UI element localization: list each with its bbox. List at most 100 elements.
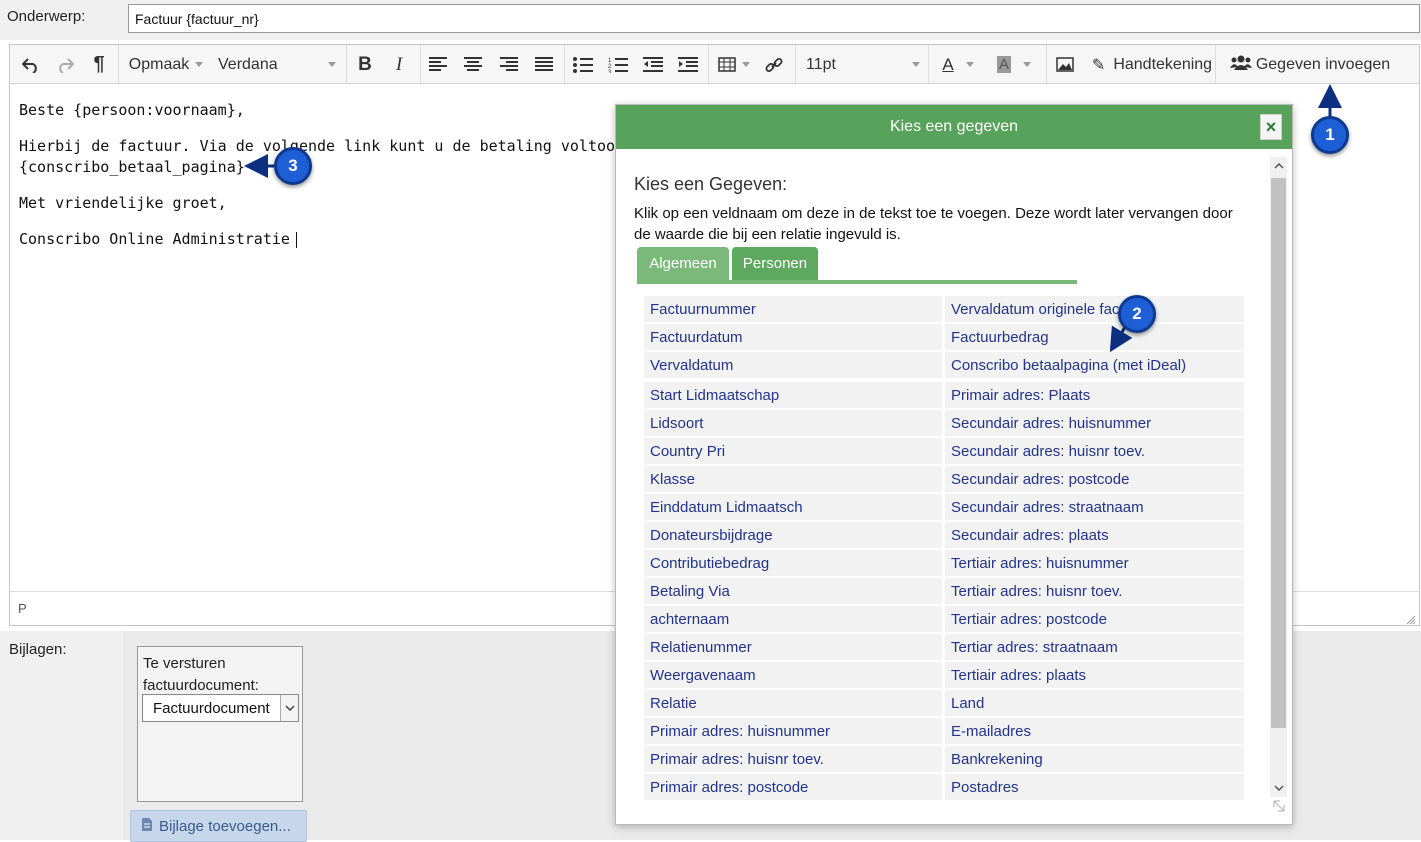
field-link[interactable]: Secundair adres: straatnaam — [945, 494, 1244, 520]
chevron-down-icon — [912, 62, 920, 67]
field-link[interactable]: Lidsoort — [644, 410, 942, 436]
editor-line: Met vriendelijke groet, — [19, 194, 227, 212]
italic-icon[interactable]: I — [386, 45, 412, 84]
field-link[interactable]: Start Lidmaatschap — [644, 382, 942, 408]
field-link[interactable]: Secundair adres: huisnr toev. — [945, 438, 1244, 464]
scrollbar-thumb[interactable] — [1271, 178, 1286, 728]
editor-line: Hierbij de factuur. Via de volgende link… — [19, 137, 652, 155]
image-icon[interactable] — [1050, 45, 1080, 84]
field-link[interactable]: Secundair adres: postcode — [945, 466, 1244, 492]
invoice-document-select[interactable]: Factuurdocument — [142, 694, 299, 722]
field-link[interactable]: Factuurnummer — [644, 296, 942, 322]
editor-toolbar: ¶ Opmaak Verdana B I 123 11pt A A ✎ Hand… — [10, 45, 1419, 84]
field-link[interactable]: Postadres — [945, 774, 1244, 800]
table-row: Relatienummer Tertiar adres: straatnaam — [644, 634, 1244, 660]
field-link[interactable]: Land — [945, 690, 1244, 716]
field-link[interactable]: Factuurbedrag — [945, 324, 1244, 350]
field-link[interactable]: Tertiair adres: huisnummer — [945, 550, 1244, 576]
table-icon[interactable] — [714, 45, 754, 84]
field-link[interactable]: Primair adres: postcode — [644, 774, 942, 800]
paragraph-icon[interactable]: ¶ — [86, 45, 112, 84]
dialog-scrollbar[interactable] — [1270, 157, 1287, 797]
field-link[interactable]: Secundair adres: huisnummer — [945, 410, 1244, 436]
table-row: Contributiebedrag Tertiair adres: huisnum… — [644, 550, 1244, 576]
field-link[interactable]: Contributiebedrag — [644, 550, 942, 576]
resize-grip-icon[interactable] — [1406, 612, 1416, 625]
field-link[interactable]: Einddatum Lidmaatsch — [644, 494, 942, 520]
redo-icon[interactable] — [50, 45, 80, 84]
align-center-icon[interactable] — [460, 45, 486, 84]
table-row: Factuurdatum Factuurbedrag — [644, 324, 1244, 350]
bullet-list-icon[interactable] — [570, 45, 596, 84]
scroll-down-icon[interactable] — [1270, 779, 1287, 797]
format-dropdown[interactable]: Opmaak — [122, 45, 210, 84]
field-link[interactable]: Klasse — [644, 466, 942, 492]
dialog-resize-icon[interactable] — [1272, 799, 1286, 818]
tab-personen[interactable]: Personen — [732, 247, 818, 280]
add-attachment-button[interactable]: Bijlage toevoegen... — [130, 810, 307, 842]
numbered-list-icon[interactable]: 123 — [605, 45, 631, 84]
field-link[interactable]: Donateursbijdrage — [644, 522, 942, 548]
subject-input[interactable]: Factuur {factuur_nr} — [128, 4, 1420, 33]
editor-line: Conscribo Online Administratie — [19, 229, 651, 250]
field-link[interactable]: Tertiair adres: huisnr toev. — [945, 578, 1244, 604]
document-icon — [141, 817, 153, 836]
editor-line-text: Conscribo Online Administratie — [19, 230, 290, 248]
field-link[interactable]: Country Pri — [644, 438, 942, 464]
font-dropdown[interactable]: Verdana — [214, 45, 340, 84]
table-row: Weergavenaam Tertiair adres: plaats — [644, 662, 1244, 688]
field-link[interactable]: Tertiair adres: postcode — [945, 606, 1244, 632]
field-link[interactable]: Factuurdatum — [644, 324, 942, 350]
field-link[interactable]: Primair adres: Plaats — [945, 382, 1244, 408]
insert-data-button[interactable]: Gegeven invoegen — [1220, 45, 1400, 84]
scroll-up-icon[interactable] — [1270, 157, 1287, 175]
field-link[interactable]: Relatie — [644, 690, 942, 716]
subject-row: Onderwerp: Factuur {factuur_nr} — [0, 0, 1421, 40]
field-link[interactable]: Bankrekening — [945, 746, 1244, 772]
subject-label: Onderwerp: — [7, 8, 86, 25]
close-icon[interactable]: × — [1260, 114, 1282, 140]
field-link[interactable]: Vervaldatum — [644, 352, 942, 378]
outdent-icon[interactable] — [640, 45, 666, 84]
table-row: achternaam Tertiair adres: postcode — [644, 606, 1244, 632]
annotation-marker-3: 3 — [274, 147, 312, 185]
field-link[interactable]: Conscribo betaalpagina (met iDeal) — [945, 352, 1244, 378]
field-link[interactable]: E-mailadres — [945, 718, 1244, 744]
table-row: Primair adres: huisnr toev. Bankrekening — [644, 746, 1244, 772]
tab-underline — [637, 280, 1077, 284]
field-link[interactable]: Betaling Via — [644, 578, 942, 604]
attachments-label: Bijlagen: — [9, 641, 67, 658]
text-color-icon[interactable]: A — [934, 45, 982, 84]
field-link[interactable]: Vervaldatum originele factuur — [945, 296, 1244, 322]
link-icon[interactable] — [761, 45, 787, 84]
table-row: Einddatum Lidmaatsch Secundair adres: str… — [644, 494, 1244, 520]
field-link[interactable]: Secundair adres: plaats — [945, 522, 1244, 548]
field-link[interactable]: Tertiar adres: straatnaam — [945, 634, 1244, 660]
field-link[interactable]: Relatienummer — [644, 634, 942, 660]
editor-line: Beste {persoon:voornaam}, — [19, 101, 245, 119]
editor-content[interactable]: Beste {persoon:voornaam}, Hierbij de fac… — [19, 100, 651, 265]
table-row: Relatie Land — [644, 690, 1244, 716]
format-label: Opmaak — [128, 55, 190, 73]
element-path: P — [18, 601, 27, 616]
chevron-down-icon — [280, 695, 298, 721]
bold-icon[interactable]: B — [352, 45, 378, 84]
table-row: Country Pri Secundair adres: huisnr toev. — [644, 438, 1244, 464]
field-link[interactable]: Weergavenaam — [644, 662, 942, 688]
font-size-dropdown[interactable]: 11pt — [802, 45, 922, 84]
field-link[interactable]: Primair adres: huisnr toev. — [644, 746, 942, 772]
background-color-icon[interactable]: A — [989, 45, 1039, 84]
tab-algemeen[interactable]: Algemeen — [637, 247, 729, 280]
align-justify-icon[interactable] — [531, 45, 557, 84]
table-row: Donateursbijdrage Secundair adres: plaats — [644, 522, 1244, 548]
chevron-down-icon — [742, 62, 750, 67]
field-link[interactable]: Primair adres: huisnummer — [644, 718, 942, 744]
font-label: Verdana — [218, 55, 278, 73]
undo-icon[interactable] — [16, 45, 46, 84]
field-link[interactable]: Tertiair adres: plaats — [945, 662, 1244, 688]
indent-icon[interactable] — [675, 45, 701, 84]
signature-button[interactable]: ✎ Handtekening — [1084, 45, 1220, 84]
align-left-icon[interactable] — [425, 45, 451, 84]
field-link[interactable]: achternaam — [644, 606, 942, 632]
align-right-icon[interactable] — [496, 45, 522, 84]
